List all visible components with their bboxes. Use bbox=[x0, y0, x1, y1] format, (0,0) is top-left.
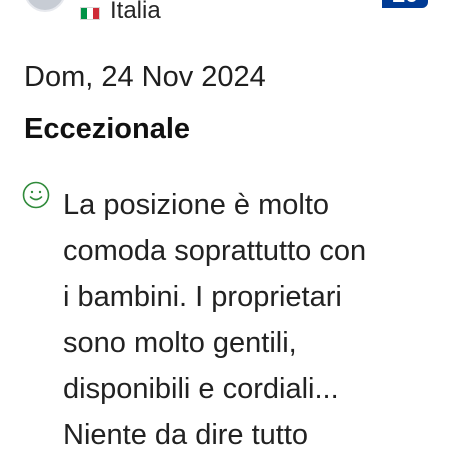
score-badge: 10 bbox=[382, 0, 428, 8]
review-date: Dom, 24 Nov 2024 bbox=[24, 61, 266, 93]
score-value: 10 bbox=[392, 0, 419, 7]
smile-icon bbox=[22, 181, 50, 209]
country-label: Italia bbox=[110, 0, 161, 24]
reviewer-country: Italia bbox=[80, 0, 161, 28]
review-positive-text: La posizione è molto comoda soprattutto … bbox=[63, 189, 367, 450]
avatar bbox=[24, 0, 66, 12]
italy-flag-icon bbox=[80, 6, 100, 20]
review-title: Eccezionale bbox=[24, 113, 191, 145]
